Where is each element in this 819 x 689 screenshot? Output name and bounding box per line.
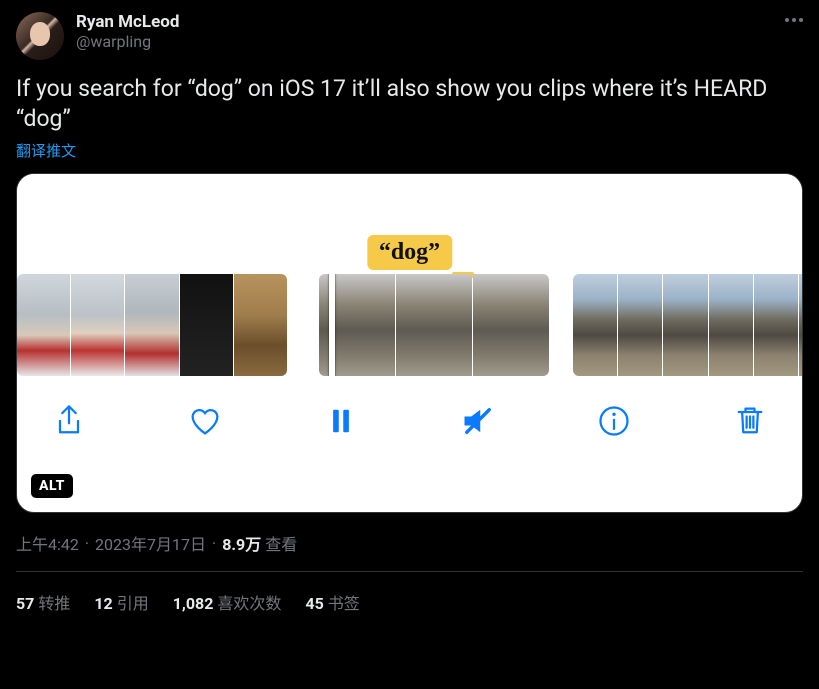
video-frame <box>71 274 124 376</box>
search-term-tooltip: “dog” <box>367 235 452 270</box>
playhead[interactable] <box>329 274 335 376</box>
tweet-stats: 57转推 12 引用 1,082喜欢次数 45 书签 <box>16 572 803 614</box>
author-block[interactable]: Ryan McLeod @warpling <box>76 12 773 52</box>
clip-group-active[interactable] <box>319 274 549 376</box>
video-frame <box>473 274 549 376</box>
video-frame <box>663 274 707 376</box>
attached-media[interactable]: “dog” <box>16 173 803 513</box>
clip-group[interactable] <box>17 274 287 376</box>
separator: · <box>210 534 218 553</box>
tweet-date[interactable]: 2023年7月17日 <box>95 531 206 555</box>
video-filmstrip[interactable] <box>17 274 802 376</box>
tweet-text: If you search for “dog” on iOS 17 it’ll … <box>16 74 803 134</box>
clip-group[interactable] <box>573 274 802 376</box>
video-frame <box>709 274 753 376</box>
tweet-time[interactable]: 上午4:42 <box>16 531 79 555</box>
tweet-meta: 上午4:42 · 2023年7月17日 · 8.9万 查看 <box>16 531 803 555</box>
count: 45 <box>305 594 323 613</box>
video-frame <box>17 274 70 376</box>
pause-icon[interactable] <box>319 399 363 443</box>
tweet-header: Ryan McLeod @warpling <box>16 12 803 60</box>
author-handle: @warpling <box>76 32 773 52</box>
video-frame <box>396 274 472 376</box>
count: 57 <box>16 594 34 613</box>
label: 引用 <box>117 594 149 613</box>
label: 喜欢次数 <box>217 594 281 613</box>
video-frame <box>573 274 617 376</box>
label: 转推 <box>38 594 70 613</box>
alt-badge[interactable]: ALT <box>31 474 73 498</box>
video-frame <box>234 274 287 376</box>
info-icon[interactable] <box>592 399 636 443</box>
author-display-name: Ryan McLeod <box>76 12 773 32</box>
count: 12 <box>94 594 112 613</box>
translate-link[interactable]: 翻译推文 <box>16 140 803 161</box>
more-icon[interactable] <box>785 12 803 22</box>
video-frame <box>799 274 802 376</box>
media-toolbar <box>17 376 802 466</box>
stat-retweets[interactable]: 57转推 <box>16 590 70 614</box>
views-label: 查看 <box>265 531 297 555</box>
stat-likes[interactable]: 1,082喜欢次数 <box>173 590 282 614</box>
media-preview-area: “dog” <box>17 174 802 274</box>
tweet-container: Ryan McLeod @warpling If you search for … <box>0 0 819 614</box>
count: 1,082 <box>173 594 214 613</box>
views-count[interactable]: 8.9万 <box>222 531 261 555</box>
video-frame <box>754 274 798 376</box>
separator: · <box>83 534 91 553</box>
heart-icon[interactable] <box>183 399 227 443</box>
video-frame <box>180 274 233 376</box>
stat-quotes[interactable]: 12 引用 <box>94 590 148 614</box>
video-frame <box>125 274 178 376</box>
label: 书签 <box>328 594 360 613</box>
mute-icon[interactable] <box>456 399 500 443</box>
share-icon[interactable] <box>47 399 91 443</box>
avatar[interactable] <box>16 12 64 60</box>
trash-icon[interactable] <box>728 399 772 443</box>
stat-bookmarks[interactable]: 45 书签 <box>305 590 359 614</box>
video-frame <box>618 274 662 376</box>
